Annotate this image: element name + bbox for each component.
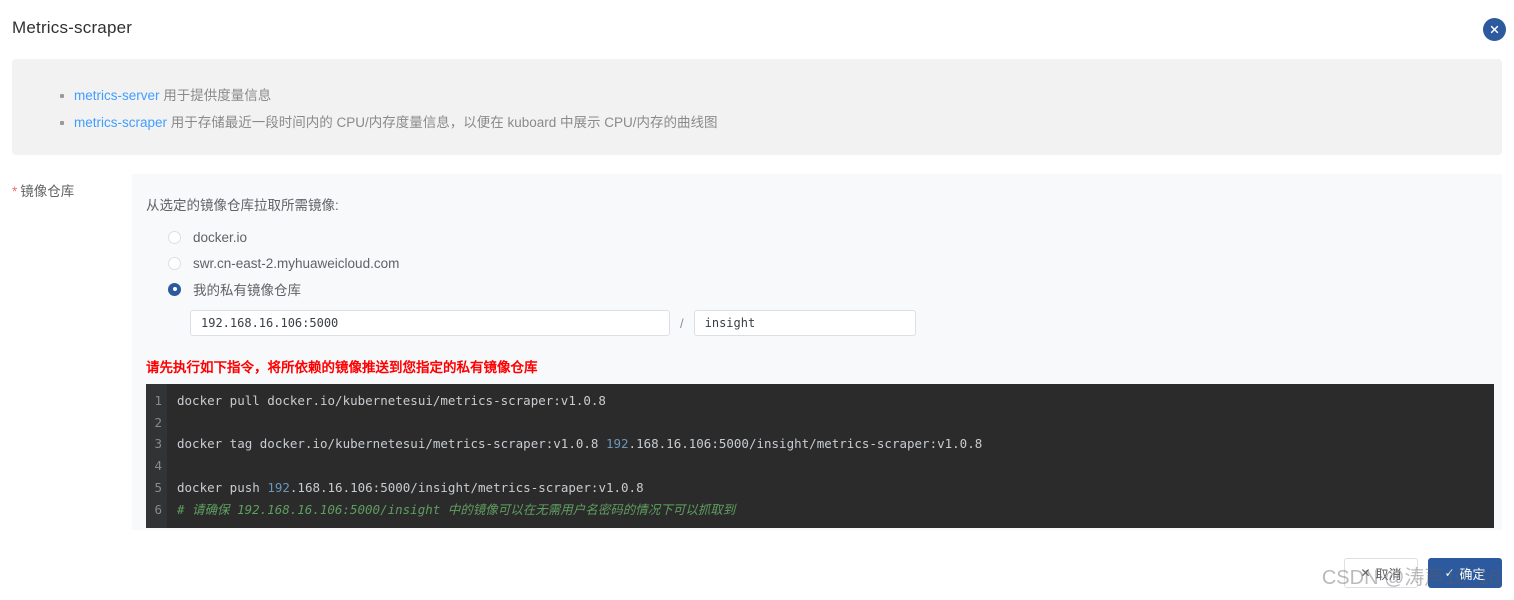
- code-line: 2: [146, 412, 1494, 434]
- code-token-plain: docker pull docker.io/kubernetesui/metri…: [177, 393, 606, 408]
- code-token-plain: docker push: [177, 479, 268, 495]
- info-text: 用于存储最近一段时间内的 CPU/内存度量信息，以便在 kuboard 中展示 …: [167, 115, 718, 130]
- form-label-text: 镜像仓库: [20, 184, 75, 199]
- confirm-check-icon: ✓: [1444, 566, 1455, 580]
- code-line-number: 4: [154, 458, 162, 474]
- code-token-plain: .168.16.106:5000/insight/metrics-scraper…: [628, 436, 983, 452]
- info-list: metrics-server 用于提供度量信息 metrics-scraper 用…: [12, 83, 1502, 135]
- radio-option-label: 我的私有镜像仓库: [193, 283, 301, 298]
- required-asterisk: *: [12, 184, 18, 199]
- registry-path-separator: /: [680, 315, 684, 331]
- info-link[interactable]: metrics-scraper: [74, 115, 167, 130]
- dialog-header: Metrics-scraper: [0, 0, 1514, 55]
- code-line: 3 docker tag docker.io/kubernetesui/metri…: [146, 433, 1494, 455]
- code-token-plain: .168.16.106:5000/insight/metrics-scraper…: [289, 479, 644, 495]
- cancel-button-label: 取消: [1375, 566, 1402, 582]
- code-line-number: 1: [154, 393, 162, 408]
- code-line-number: 2: [154, 414, 162, 430]
- registry-input-row: /: [190, 310, 1502, 336]
- code-line-text: docker pull docker.io/kubernetesui/metri…: [167, 390, 606, 412]
- code-lines: 1 docker pull docker.io/kubernetesui/metr…: [146, 390, 1494, 520]
- code-line: 1 docker pull docker.io/kubernetesui/metr…: [146, 390, 1494, 412]
- radio-option-label: swr.cn-east-2.myhuaweicloud.com: [193, 255, 400, 271]
- command-code-block[interactable]: 1 docker pull docker.io/kubernetesui/metr…: [146, 384, 1494, 529]
- confirm-button-label: 确定: [1459, 566, 1486, 582]
- code-token-plain: docker tag docker.io/kubernetesui/metric…: [177, 436, 606, 452]
- code-line-number: 3: [154, 436, 162, 452]
- code-line: 4: [146, 455, 1494, 477]
- code-token-num: 192: [267, 479, 290, 495]
- dialog-title: Metrics-scraper: [12, 18, 133, 37]
- registry-form-panel: 从选定的镜像仓库拉取所需镜像: docker.io swr.cn-east-2.m…: [132, 174, 1502, 530]
- radio-option-1[interactable]: swr.cn-east-2.myhuaweicloud.com: [168, 252, 1502, 274]
- code-token-num: 192: [605, 436, 629, 452]
- warning-text: 请先执行如下指令，将所依赖的镜像推送到您指定的私有镜像仓库: [146, 360, 538, 375]
- registry-radio-group[interactable]: docker.io swr.cn-east-2.myhuaweicloud.com…: [168, 226, 1502, 300]
- registry-project-input[interactable]: [693, 310, 916, 336]
- info-link[interactable]: metrics-server: [74, 88, 160, 103]
- code-line-text: docker push 192.168.16.106:5000/insight/…: [167, 477, 644, 499]
- radio-option-2[interactable]: 我的私有镜像仓库: [168, 278, 1502, 300]
- code-line-text: docker tag docker.io/kubernetesui/metric…: [167, 433, 982, 455]
- code-token-comment: # 请确保 192.168.16.106:5000/insight 中的镜像可以…: [177, 501, 736, 517]
- dialog-footer: ✕ 取消 ✓ 确定: [1344, 558, 1502, 588]
- panel-heading: 从选定的镜像仓库拉取所需镜像:: [146, 198, 339, 213]
- form-label-image-registry: * 镜像仓库: [12, 180, 74, 200]
- cancel-x-icon: ✕: [1360, 566, 1371, 580]
- list-item: metrics-server 用于提供度量信息: [60, 83, 1502, 108]
- radio-checked-icon: [168, 282, 181, 296]
- code-line-number: 5: [154, 479, 162, 495]
- code-line-text: # 请确保 192.168.16.106:5000/insight 中的镜像可以…: [167, 499, 735, 521]
- cancel-button[interactable]: ✕ 取消: [1344, 558, 1418, 588]
- registry-host-input[interactable]: [190, 310, 670, 336]
- radio-unchecked-icon: [168, 256, 181, 270]
- confirm-button[interactable]: ✓ 确定: [1428, 558, 1502, 588]
- info-banner: metrics-server 用于提供度量信息 metrics-scraper 用…: [12, 59, 1502, 155]
- code-line-number: 6: [154, 501, 162, 517]
- radio-option-0[interactable]: docker.io: [168, 226, 1502, 248]
- close-icon[interactable]: [1483, 18, 1506, 41]
- list-item: metrics-scraper 用于存储最近一段时间内的 CPU/内存度量信息，…: [60, 110, 1502, 135]
- close-x-glyph: [1490, 25, 1499, 34]
- code-line: 5 docker push 192.168.16.106:5000/insight…: [146, 477, 1494, 499]
- radio-option-label: docker.io: [193, 229, 248, 245]
- code-line: 6 # 请确保 192.168.16.106:5000/insight 中的镜像可…: [146, 499, 1494, 521]
- radio-unchecked-icon: [168, 230, 181, 244]
- info-text: 用于提供度量信息: [159, 88, 272, 103]
